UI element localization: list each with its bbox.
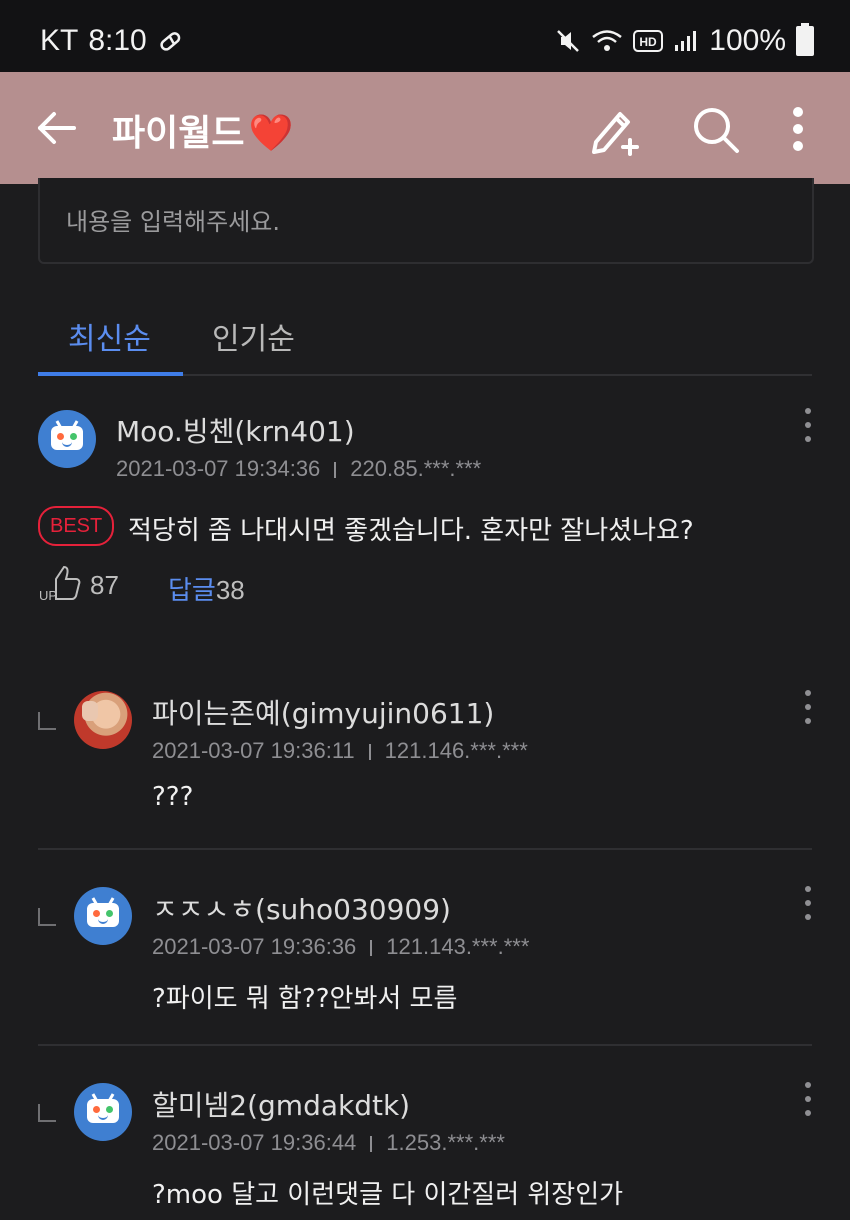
battery-icon [796, 23, 814, 56]
comment-author[interactable]: Moo.빙첸(krn401) [116, 410, 355, 450]
mute-icon [557, 30, 580, 52]
like-count: 87 [90, 570, 119, 600]
hd-icon: HD [633, 30, 664, 52]
svg-text:HD: HD [640, 35, 658, 49]
comment-ip: 121.143.***.*** [386, 934, 530, 959]
tv-icon [51, 426, 83, 450]
thumbs-up-icon[interactable]: UP [38, 563, 82, 603]
search-icon[interactable] [690, 104, 742, 156]
heart-emoji: ❤️ [248, 113, 294, 154]
comment-more-icon[interactable] [803, 1082, 813, 1118]
comment-date: 2021-03-07 19:36:11 [152, 738, 355, 763]
comment-meta: 2021-03-07 19:36:36 121.143.***.*** [152, 934, 529, 960]
comment-input[interactable]: 내용을 입력해주세요. [38, 178, 814, 264]
pill-icon [160, 32, 181, 51]
comment-date: 2021-03-07 19:36:44 [152, 1130, 357, 1155]
comment-meta: 2021-03-07 19:36:44 1.253.***.*** [152, 1130, 505, 1156]
comment-text: 적당히 좀 나대시면 좋겠습니다. 혼자만 잘나셨나요? [128, 516, 694, 546]
reply-indent-icon [38, 1104, 56, 1122]
battery-label: 100% [709, 24, 786, 57]
avatar[interactable] [38, 410, 96, 468]
carrier-label: KT [40, 24, 79, 57]
tv-icon [87, 903, 119, 927]
best-badge: BEST [38, 506, 115, 546]
comment-meta: 2021-03-07 19:36:11 121.146.***.*** [152, 738, 528, 764]
comment-date: 2021-03-07 19:36:36 [152, 934, 357, 959]
avatar[interactable] [74, 1083, 132, 1141]
comment-author[interactable]: 파이는존예(gimyujin0611) [152, 692, 494, 732]
reply-count: 38 [215, 575, 245, 605]
comment-more-icon[interactable] [803, 690, 813, 726]
tab-latest[interactable]: 최신순 [68, 314, 151, 358]
divider [38, 848, 812, 850]
comment-ip: 220.85.***.*** [350, 456, 482, 481]
comment-text: ?moo 달고 이런댓글 다 이간질러 위장인가 [152, 1180, 624, 1210]
signal-icon [675, 31, 697, 51]
comment-ip: 121.146.***.*** [384, 738, 528, 763]
comment-author[interactable]: ㅈㅈㅅㅎ(suho030909) [152, 888, 451, 928]
comment-input-placeholder: 내용을 입력해주세요. [66, 208, 280, 236]
divider [38, 1044, 812, 1046]
comment-text: ?파이도 뭐 함??안봐서 모름 [152, 984, 458, 1014]
clock: 8:10 [88, 24, 147, 57]
comment-more-icon[interactable] [803, 886, 813, 922]
comment-date: 2021-03-07 19:34:36 [116, 456, 321, 481]
reply-label: 답글 [168, 576, 216, 606]
comment-more-icon[interactable] [803, 408, 813, 444]
comment-author[interactable]: 할미넴2(gmdakdtk) [152, 1084, 410, 1124]
page-title-text: 파이월드 [112, 113, 245, 154]
back-arrow-icon[interactable] [34, 106, 78, 150]
up-label: UP [39, 588, 57, 603]
write-post-icon[interactable] [586, 102, 642, 158]
status-bar: KT 8:10 HD 100% [0, 0, 850, 72]
sort-tabs: 최신순 인기순 [38, 310, 812, 376]
comment-text: ??? [152, 782, 194, 812]
tv-icon [87, 1099, 119, 1123]
more-options-icon[interactable] [786, 106, 810, 152]
avatar[interactable] [74, 887, 132, 945]
comment-ip: 1.253.***.*** [386, 1130, 505, 1155]
wifi-icon [592, 30, 623, 51]
tab-popular[interactable]: 인기순 [212, 314, 295, 358]
comment-meta: 2021-03-07 19:34:36 220.85.***.*** [116, 456, 481, 482]
app-bar: 파이월드 ❤️ [0, 72, 850, 184]
reply-button[interactable]: 답글38 [168, 570, 245, 607]
reply-indent-icon [38, 908, 56, 926]
page-title: 파이월드 ❤️ [112, 104, 293, 156]
avatar[interactable] [74, 691, 132, 749]
active-tab-indicator [38, 372, 183, 376]
reply-indent-icon [38, 712, 56, 730]
